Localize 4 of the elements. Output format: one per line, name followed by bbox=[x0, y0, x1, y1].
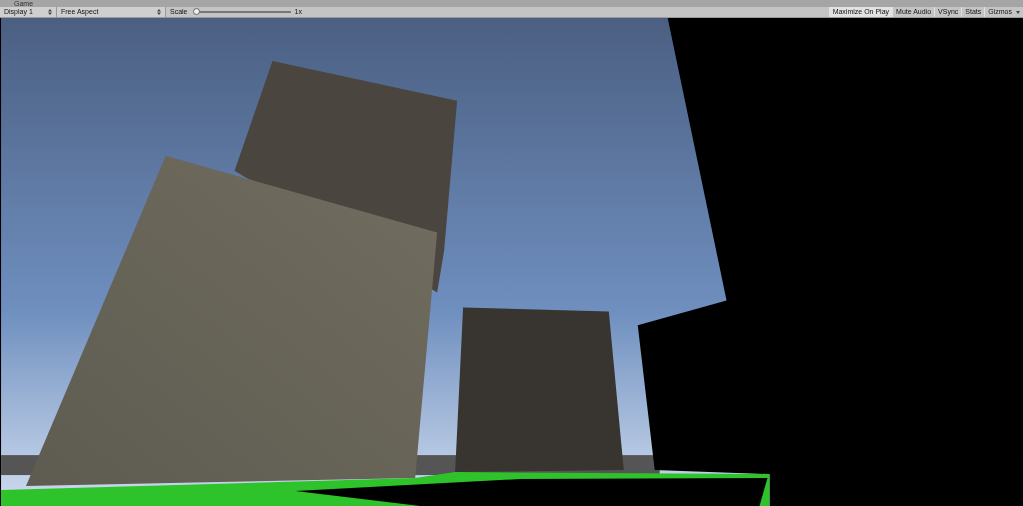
dropdown-arrows-icon bbox=[48, 9, 52, 15]
dropdown-arrows-icon bbox=[157, 9, 161, 15]
caret-icon bbox=[1016, 10, 1020, 14]
slider-thumb[interactable] bbox=[192, 8, 200, 15]
